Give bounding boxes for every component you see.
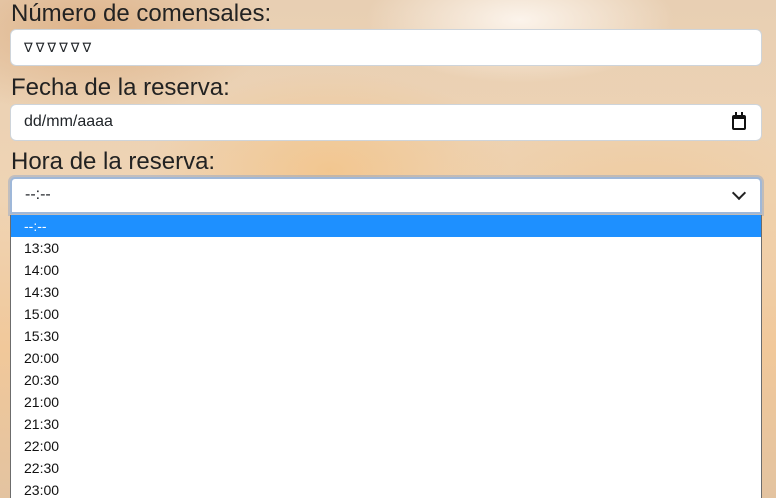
time-option[interactable]: 21:00 <box>11 391 761 413</box>
date-label: Fecha de la reserva: <box>11 74 230 101</box>
time-label: Hora de la reserva: <box>11 148 216 175</box>
calendar-icon[interactable] <box>732 112 746 130</box>
time-selected-value: --:-- <box>25 186 51 203</box>
time-option[interactable]: 20:30 <box>11 369 761 391</box>
chevron-down-icon[interactable] <box>731 185 747 201</box>
time-option[interactable]: 13:30 <box>11 237 761 259</box>
time-select[interactable]: --:-- <box>10 177 762 214</box>
date-placeholder: dd/mm/aaaa <box>24 113 113 130</box>
time-option[interactable]: 21:30 <box>11 413 761 435</box>
guests-label: Número de comensales: <box>11 0 272 27</box>
guests-input[interactable]: ∇∇∇∇∇∇ <box>10 29 762 66</box>
time-option[interactable]: 23:00 <box>11 479 761 498</box>
time-options-list: --:-- 13:30 14:00 14:30 15:00 15:30 20:0… <box>10 215 762 498</box>
time-option[interactable]: 22:30 <box>11 457 761 479</box>
guests-value: ∇∇∇∇∇∇ <box>24 40 95 55</box>
time-option[interactable]: 20:00 <box>11 347 761 369</box>
date-input[interactable]: dd/mm/aaaa <box>10 104 762 141</box>
time-option[interactable]: 15:00 <box>11 303 761 325</box>
time-option[interactable]: 14:00 <box>11 259 761 281</box>
time-option[interactable]: --:-- <box>11 215 761 237</box>
time-option[interactable]: 22:00 <box>11 435 761 457</box>
time-option[interactable]: 14:30 <box>11 281 761 303</box>
time-option[interactable]: 15:30 <box>11 325 761 347</box>
